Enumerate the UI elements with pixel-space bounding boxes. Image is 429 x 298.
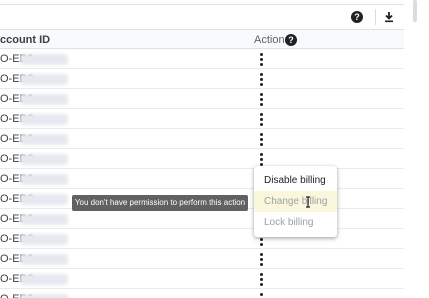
more-actions-icon[interactable] bbox=[254, 151, 268, 167]
table-row: O-ED9 bbox=[0, 229, 404, 249]
redacted-account-id bbox=[20, 214, 68, 225]
kebab-dot bbox=[259, 112, 263, 116]
table-row: O-ED9 bbox=[0, 89, 404, 109]
more-actions-icon[interactable] bbox=[254, 111, 268, 127]
redacted-account-id bbox=[20, 234, 68, 245]
help-icon[interactable]: ? bbox=[349, 9, 365, 25]
table-row: O-ED9 bbox=[0, 169, 404, 189]
kebab-dot bbox=[259, 132, 263, 136]
more-actions-icon[interactable] bbox=[254, 51, 268, 67]
billing-accounts-panel: ? ccount ID Actions ? O-ED9 O-ED9 O-ED9 O-E… bbox=[0, 0, 404, 298]
kebab-dot bbox=[259, 277, 263, 281]
redacted-account-id bbox=[20, 94, 68, 105]
menu-item-change-billing[interactable]: Change billing bbox=[254, 191, 337, 212]
kebab-dot bbox=[259, 242, 263, 246]
column-header-account-id: ccount ID bbox=[0, 34, 51, 46]
kebab-dot bbox=[259, 252, 263, 256]
redacted-account-id bbox=[20, 254, 68, 265]
table-row: O-ED9 bbox=[0, 49, 404, 69]
kebab-dot bbox=[259, 102, 263, 106]
kebab-dot bbox=[259, 292, 263, 296]
kebab-dot bbox=[259, 257, 263, 261]
actions-menu: Disable billing Change billing Lock bill… bbox=[254, 166, 337, 237]
kebab-dot bbox=[259, 272, 263, 276]
kebab-dot bbox=[259, 97, 263, 101]
table-row: O-ED9 bbox=[0, 289, 404, 298]
permission-tooltip: You don't have permission to perform thi… bbox=[72, 195, 248, 211]
table-row: O-ED9 bbox=[0, 209, 404, 229]
table-row: O-ED9 bbox=[0, 69, 404, 89]
menu-item-lock-billing[interactable]: Lock billing bbox=[254, 212, 337, 233]
redacted-account-id bbox=[20, 194, 68, 205]
kebab-dot bbox=[259, 52, 263, 56]
table-row: O-ED9 bbox=[0, 249, 404, 269]
table-header: ccount ID Actions ? bbox=[0, 29, 404, 49]
redacted-account-id bbox=[20, 174, 68, 185]
table-row: O-ED9 bbox=[0, 109, 404, 129]
kebab-dot bbox=[259, 92, 263, 96]
kebab-dot bbox=[259, 237, 263, 241]
download-icon[interactable] bbox=[381, 9, 397, 25]
more-actions-icon[interactable] bbox=[254, 271, 268, 287]
kebab-dot bbox=[259, 82, 263, 86]
kebab-dot bbox=[259, 262, 263, 266]
more-actions-icon[interactable] bbox=[254, 91, 268, 107]
kebab-dot bbox=[259, 62, 263, 66]
kebab-dot bbox=[259, 122, 263, 126]
kebab-dot bbox=[259, 157, 263, 161]
menu-item-disable-billing[interactable]: Disable billing bbox=[254, 170, 337, 191]
table-row: O-ED9 bbox=[0, 129, 404, 149]
kebab-dot bbox=[259, 282, 263, 286]
help-glyph: ? bbox=[351, 11, 363, 23]
kebab-dot bbox=[259, 152, 263, 156]
redacted-account-id bbox=[20, 54, 68, 65]
redacted-account-id bbox=[20, 134, 68, 145]
more-actions-icon[interactable] bbox=[254, 131, 268, 147]
table-row: O-ED9 bbox=[0, 149, 404, 169]
kebab-dot bbox=[259, 77, 263, 81]
redacted-account-id bbox=[20, 154, 68, 165]
actions-help-glyph: ? bbox=[285, 34, 297, 46]
kebab-dot bbox=[259, 57, 263, 61]
kebab-dot bbox=[259, 142, 263, 146]
text-cursor-icon bbox=[306, 196, 310, 208]
kebab-dot bbox=[259, 117, 263, 121]
redacted-account-id bbox=[20, 274, 68, 285]
redacted-account-id bbox=[20, 294, 68, 298]
redacted-account-id bbox=[20, 74, 68, 85]
more-actions-icon[interactable] bbox=[254, 291, 268, 298]
actions-help-icon[interactable]: ? bbox=[285, 34, 297, 46]
more-actions-icon[interactable] bbox=[254, 71, 268, 87]
redacted-account-id bbox=[20, 114, 68, 125]
toolbar-separator bbox=[375, 9, 376, 25]
scrollbar[interactable] bbox=[413, 0, 417, 22]
kebab-dot bbox=[259, 137, 263, 141]
top-divider bbox=[0, 0, 404, 5]
kebab-dot bbox=[259, 72, 263, 76]
table-row: O-ED9 bbox=[0, 269, 404, 289]
more-actions-icon[interactable] bbox=[254, 251, 268, 267]
